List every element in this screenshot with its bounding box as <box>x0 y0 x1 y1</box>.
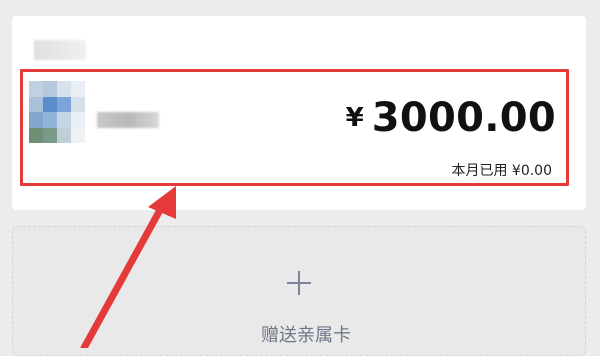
plus-icon <box>287 271 311 295</box>
gift-family-card-button[interactable]: 赠送亲属卡 <box>12 226 586 356</box>
blurred-card-title <box>34 40 86 60</box>
monthly-usage: 本月已用 ¥0.00 <box>451 163 552 179</box>
card-limit: ¥ 3000.00 <box>346 96 556 140</box>
gift-family-card-label: 赠送亲属卡 <box>261 325 351 346</box>
limit-amount: 3000.00 <box>371 95 556 141</box>
family-card-panel: ¥ 3000.00 本月已用 ¥0.00 <box>12 16 586 210</box>
highlighted-family-card[interactable]: ¥ 3000.00 本月已用 ¥0.00 <box>20 69 569 186</box>
blurred-member-name <box>97 112 159 128</box>
avatar <box>29 81 85 143</box>
currency-symbol: ¥ <box>345 103 364 133</box>
